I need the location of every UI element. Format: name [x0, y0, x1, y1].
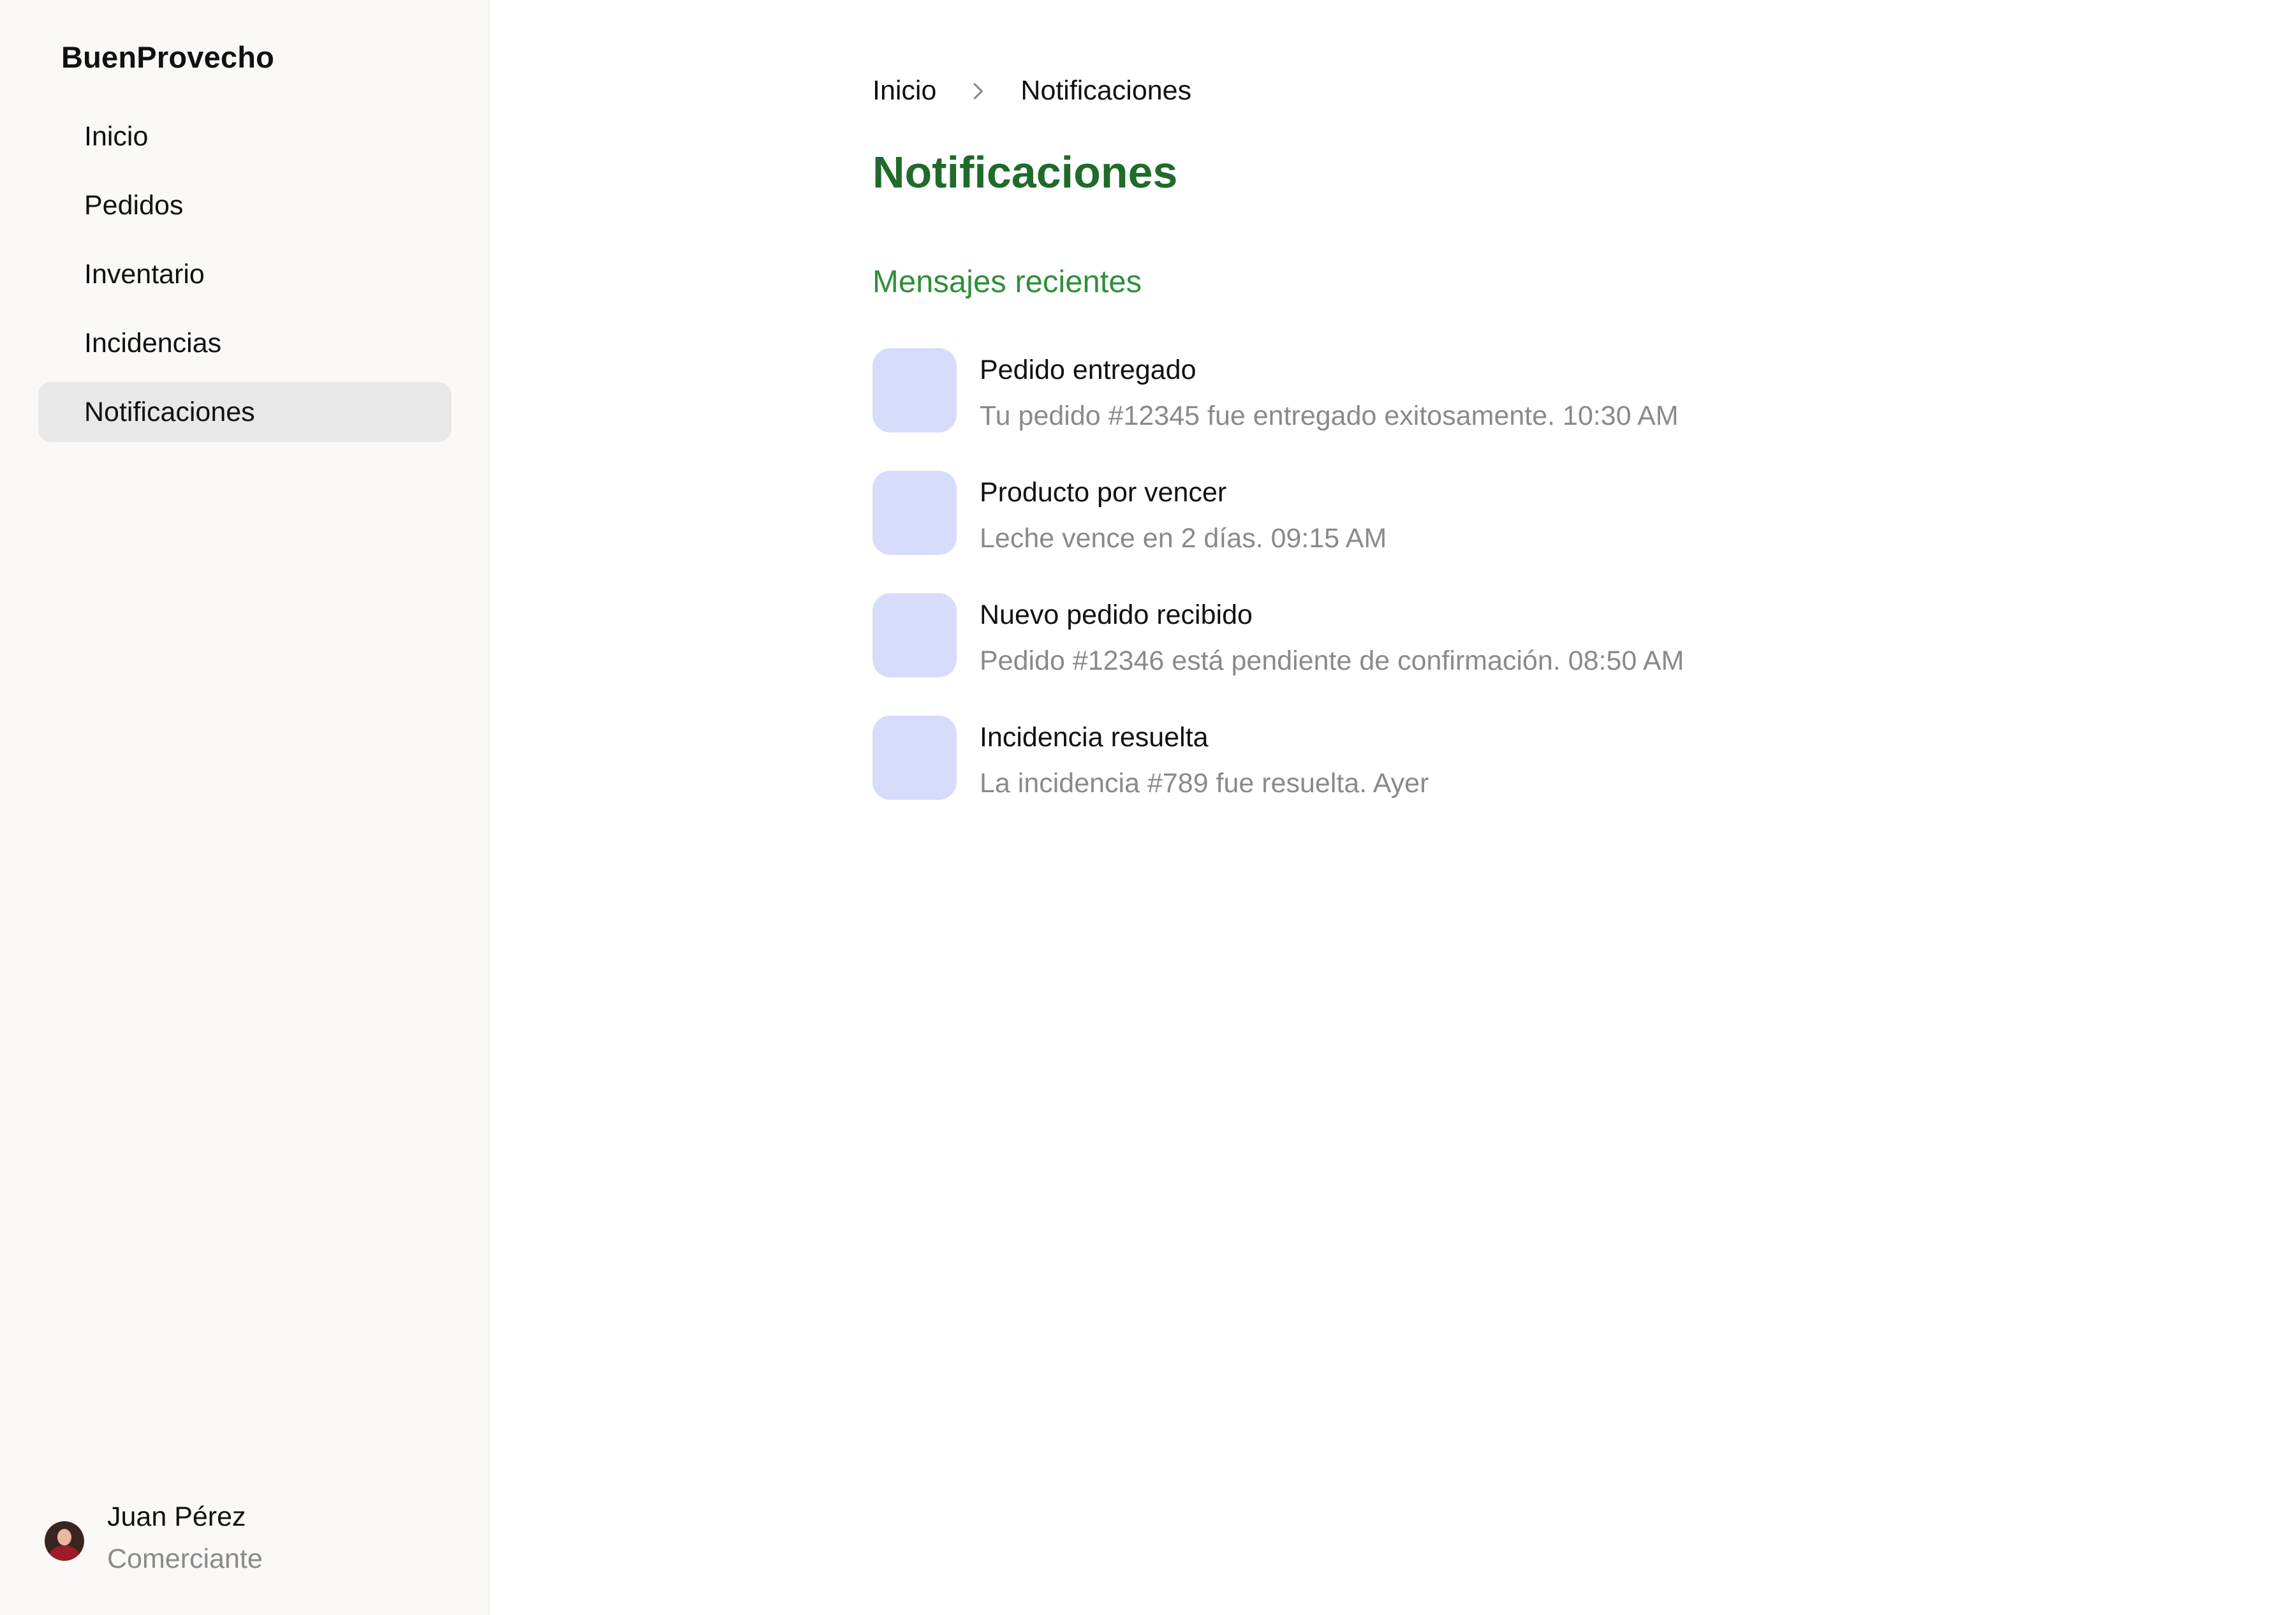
notification-icon [872, 716, 957, 800]
sidebar-item-label: Inventario [84, 258, 205, 290]
notification-icon [872, 348, 957, 432]
notification-title: Nuevo pedido recibido [980, 600, 1253, 630]
notification-text: Incidencia resuelta La incidencia #789 f… [980, 716, 1429, 802]
breadcrumb-item-inicio[interactable]: Inicio [872, 75, 936, 107]
section-title: Mensajes recientes [872, 265, 1142, 299]
page-title: Notificaciones [872, 147, 1178, 197]
breadcrumb-item-notificaciones: Notificaciones [1020, 75, 1192, 106]
notification-text: Nuevo pedido recibido Pedido #12346 está… [980, 593, 1684, 680]
notification-text: Pedido entregado Tu pedido #12345 fue en… [980, 348, 1679, 435]
chevron-right-icon [966, 79, 990, 103]
sidebar-item-pedidos[interactable]: Pedidos [38, 175, 452, 235]
sidebar-item-label: Notificaciones [84, 396, 255, 427]
sidebar-item-incidencias[interactable]: Incidencias [38, 313, 452, 373]
notification-title: Incidencia resuelta [980, 722, 1209, 753]
breadcrumb: Inicio Notificaciones [872, 75, 1191, 107]
user-name: Juan Pérez [107, 1501, 246, 1532]
user-profile[interactable]: Juan Pérez Comerciante [45, 1496, 263, 1580]
sidebar-nav: Inicio Pedidos Inventario Incidencias No… [38, 107, 452, 451]
brand-logo[interactable]: BuenProvecho [61, 40, 274, 75]
user-info: Juan Pérez Comerciante [107, 1496, 263, 1580]
notification-description: Leche vence en 2 días. 09:15 AM [980, 523, 1387, 554]
notification-list: Pedido entregado Tu pedido #12345 fue en… [872, 348, 2020, 838]
sidebar-item-inventario[interactable]: Inventario [38, 244, 452, 304]
notification-item[interactable]: Incidencia resuelta La incidencia #789 f… [872, 716, 2020, 838]
notification-description: Tu pedido #12345 fue entregado exitosame… [980, 401, 1679, 431]
notification-item[interactable]: Nuevo pedido recibido Pedido #12346 está… [872, 593, 2020, 716]
notification-title: Pedido entregado [980, 355, 1196, 385]
sidebar-item-inicio[interactable]: Inicio [38, 107, 452, 166]
avatar[interactable] [45, 1521, 84, 1561]
app-root: BuenProvecho Inicio Pedidos Inventario I… [0, 0, 2296, 1615]
notification-icon [872, 471, 957, 555]
sidebar-item-label: Incidencias [84, 327, 222, 358]
sidebar-item-notificaciones[interactable]: Notificaciones [38, 382, 452, 442]
notification-item[interactable]: Producto por vencer Leche vence en 2 día… [872, 471, 2020, 593]
sidebar-item-label: Pedidos [84, 189, 184, 221]
sidebar: BuenProvecho Inicio Pedidos Inventario I… [0, 0, 490, 1615]
notification-icon [872, 593, 957, 677]
notification-item[interactable]: Pedido entregado Tu pedido #12345 fue en… [872, 348, 2020, 471]
notification-title: Producto por vencer [980, 477, 1227, 508]
sidebar-item-label: Inicio [84, 121, 149, 152]
notification-description: La incidencia #789 fue resuelta. Ayer [980, 768, 1429, 799]
notification-text: Producto por vencer Leche vence en 2 día… [980, 471, 1387, 557]
user-role: Comerciante [107, 1544, 263, 1574]
notification-description: Pedido #12346 está pendiente de confirma… [980, 645, 1684, 676]
